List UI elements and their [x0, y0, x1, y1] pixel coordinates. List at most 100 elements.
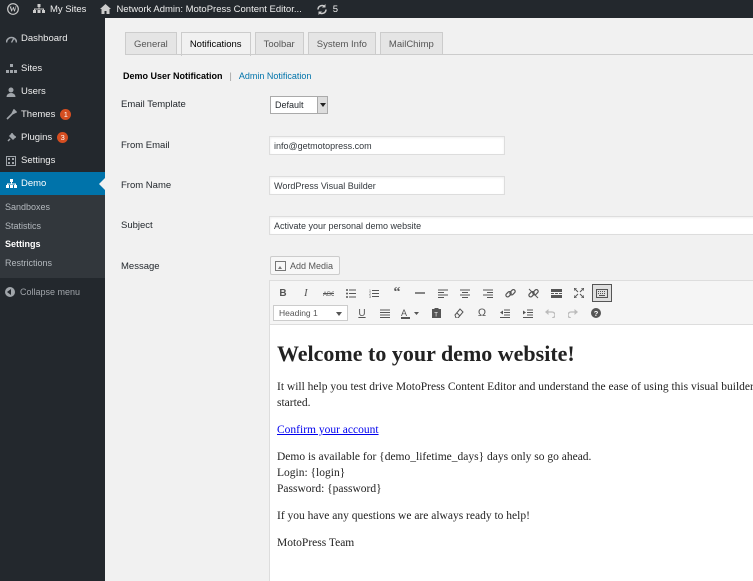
from-email-label: From Email — [121, 140, 170, 151]
special-character-icon[interactable]: Ω — [472, 304, 492, 322]
redo-icon[interactable] — [563, 304, 583, 322]
indent-icon[interactable] — [518, 304, 538, 322]
network-admin-label: Network Admin: MotoPress Content Editor.… — [116, 3, 302, 15]
justify-icon[interactable] — [375, 304, 395, 322]
users-icon — [5, 86, 17, 98]
tab-system-info[interactable]: System Info — [307, 32, 376, 55]
themes-icon — [5, 109, 17, 121]
italic-icon[interactable]: I — [296, 284, 316, 302]
svg-text:?: ? — [594, 309, 599, 318]
email-details-line-2: Login: {login} — [277, 467, 346, 479]
home-icon — [100, 4, 112, 14]
submenu-item-statistics[interactable]: Statistics — [0, 217, 105, 236]
email-heading: Welcome to your demo website! — [277, 341, 575, 366]
submenu-item-settings[interactable]: Settings — [0, 235, 105, 254]
svg-text:W: W — [9, 5, 17, 14]
tab-toolbar[interactable]: Toolbar — [254, 32, 304, 55]
add-media-icon — [275, 260, 286, 271]
help-icon[interactable]: ? — [586, 304, 606, 322]
subject-label: Subject — [121, 220, 153, 231]
sidebar-item-label: Dashboard — [21, 33, 68, 44]
from-name-field[interactable]: WordPress Visual Builder — [269, 176, 505, 195]
confirm-account-link[interactable]: Confirm your account — [277, 424, 379, 436]
undo-icon[interactable] — [540, 304, 560, 322]
fullscreen-icon[interactable] — [569, 284, 589, 302]
sidebar-item-themes[interactable]: Themes 1 — [0, 103, 105, 126]
tab-general[interactable]: General — [125, 32, 177, 55]
remove-link-icon[interactable] — [524, 284, 544, 302]
select-arrow-icon — [317, 97, 327, 113]
paste-as-text-icon[interactable]: T — [426, 304, 446, 322]
email-details-line-1: Demo is available for {demo_lifetime_day… — [277, 451, 592, 463]
email-template-value: Default — [275, 100, 304, 110]
tabs-divider — [125, 54, 753, 55]
bulleted-list-icon[interactable] — [341, 284, 361, 302]
sidebar-item-label: Users — [21, 86, 46, 97]
email-intro-line-2: started. — [277, 397, 311, 409]
tab-mailchimp[interactable]: MailChimp — [379, 32, 443, 55]
email-details: Demo is available for {demo_lifetime_day… — [277, 449, 753, 497]
clear-formatting-icon[interactable] — [449, 304, 469, 322]
updates-menu[interactable]: 5 — [309, 0, 345, 18]
svg-text:3: 3 — [369, 295, 371, 298]
blockquote-icon[interactable]: “ — [387, 284, 407, 302]
numbered-list-icon[interactable]: 123 — [364, 284, 384, 302]
email-help-paragraph: If you have any questions we are always … — [277, 510, 530, 522]
email-intro-line-1: It will help you test drive MotoPress Co… — [277, 381, 753, 393]
outdent-icon[interactable] — [495, 304, 515, 322]
admin-sidebar: Dashboard Sites Users Themes 1 Plugins 3… — [0, 18, 105, 581]
tab-notifications[interactable]: Notifications — [180, 32, 251, 56]
network-admin-menu[interactable]: Network Admin: MotoPress Content Editor.… — [93, 0, 308, 18]
sidebar-item-label: Settings — [21, 155, 56, 166]
message-label: Message — [121, 261, 160, 272]
bold-icon[interactable]: B — [273, 284, 293, 302]
horizontal-line-icon[interactable] — [410, 284, 430, 302]
email-details-line-3: Password: {password} — [277, 483, 382, 495]
sidebar-item-sites[interactable]: Sites — [0, 57, 105, 80]
format-select[interactable]: Heading 1 — [273, 305, 348, 321]
strikethrough-icon[interactable]: ABC — [319, 284, 339, 302]
submenu-item-restrictions[interactable]: Restrictions — [0, 254, 105, 273]
align-center-icon[interactable] — [455, 284, 475, 302]
message-editor: B I ABC 123 “ Heading 1 U A T Ω ? Welcom… — [269, 280, 753, 581]
my-sites-menu[interactable]: My Sites — [26, 0, 93, 18]
sidebar-item-label: Sites — [21, 63, 43, 74]
sidebar-item-demo[interactable]: Demo — [0, 172, 105, 195]
align-left-icon[interactable] — [433, 284, 453, 302]
email-confirm-paragraph: Confirm your account — [277, 422, 753, 438]
my-sites-icon — [33, 4, 45, 14]
from-email-field[interactable]: info@getmotopress.com — [269, 136, 505, 155]
sidebar-item-settings[interactable]: Settings — [0, 149, 105, 172]
submenu-item-sandboxes[interactable]: Sandboxes — [0, 198, 105, 217]
collapse-menu-button[interactable]: Collapse menu — [0, 281, 105, 303]
plugins-icon — [5, 132, 17, 144]
text-color-icon[interactable]: A — [398, 304, 424, 322]
my-sites-label: My Sites — [50, 3, 87, 15]
sidebar-item-label: Demo — [21, 178, 47, 189]
email-signature: MotoPress Team — [277, 537, 355, 549]
wordpress-logo-icon[interactable]: W — [0, 0, 26, 18]
align-right-icon[interactable] — [478, 284, 498, 302]
settings-icon — [5, 155, 17, 167]
underline-icon[interactable]: U — [352, 304, 372, 322]
add-media-button[interactable]: Add Media — [270, 256, 340, 275]
svg-text:T: T — [434, 313, 438, 319]
themes-update-badge: 1 — [60, 109, 72, 120]
main-content: General Notifications Toolbar System Inf… — [105, 18, 753, 581]
sidebar-item-users[interactable]: Users — [0, 80, 105, 103]
subject-field[interactable]: Activate your personal demo website — [269, 216, 753, 235]
email-template-select[interactable]: Default — [270, 96, 328, 114]
subnav-demo-user-notification[interactable]: Demo User Notification — [123, 71, 223, 81]
sidebar-item-label: Themes — [21, 109, 56, 120]
sidebar-item-dashboard[interactable]: Dashboard — [0, 27, 105, 50]
svg-text:A: A — [401, 308, 407, 318]
editor-content[interactable]: Welcome to your demo website! It will he… — [270, 325, 753, 581]
insert-link-icon[interactable] — [501, 284, 521, 302]
plugins-update-badge: 3 — [57, 132, 69, 143]
read-more-icon[interactable] — [547, 284, 567, 302]
sidebar-item-plugins[interactable]: Plugins 3 — [0, 126, 105, 149]
collapse-menu-label: Collapse menu — [20, 287, 81, 297]
updates-count: 5 — [332, 3, 339, 15]
toolbar-toggle-icon[interactable] — [592, 284, 613, 302]
subnav-admin-notification[interactable]: Admin Notification — [239, 71, 312, 81]
